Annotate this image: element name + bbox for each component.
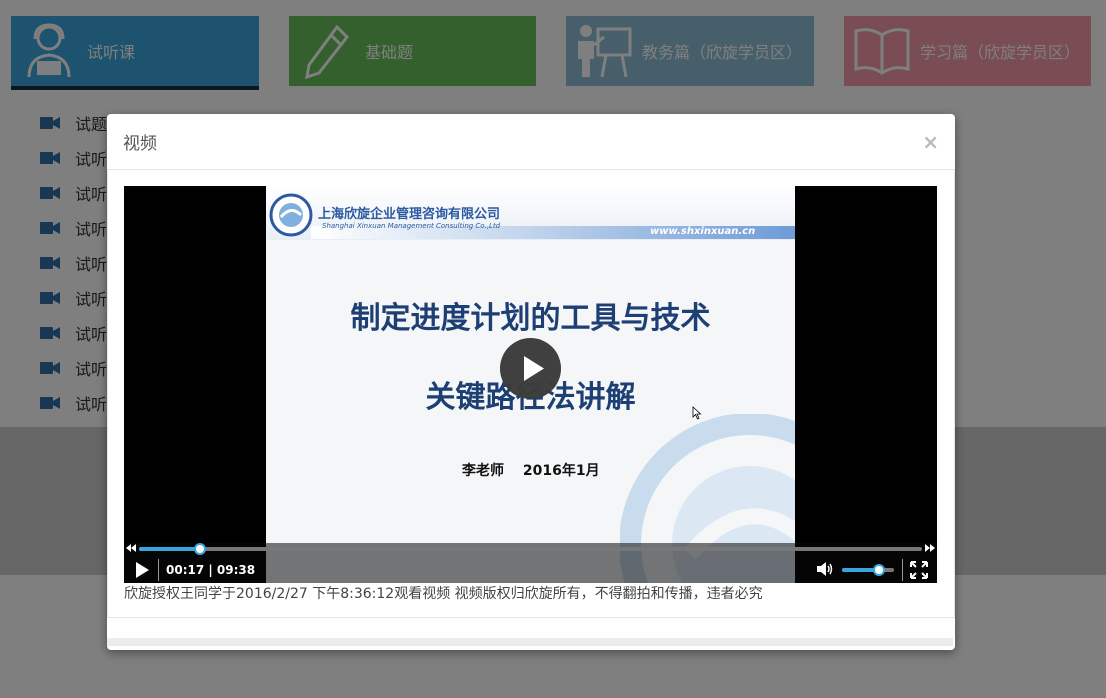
video-player[interactable]: 上海欣旋企业管理咨询有限公司 Shanghai Xinxuan Manageme… [124, 186, 937, 583]
fast-forward-icon[interactable] [925, 544, 935, 552]
seek-bar[interactable] [139, 543, 922, 555]
video-modal: 视频 × 上海欣旋企业管理咨询有限公司 Shanghai Xinxuan Man… [107, 114, 955, 650]
company-name-en: Shanghai Xinxuan Management Consulting C… [322, 222, 501, 230]
seek-handle[interactable] [194, 543, 207, 555]
control-divider [158, 559, 159, 581]
play-icon[interactable] [134, 561, 150, 579]
company-logo-icon [269, 193, 313, 237]
slide-title: 制定进度计划的工具与技术 [350, 301, 711, 336]
volume-icon[interactable] [816, 560, 834, 578]
modal-footer [107, 638, 953, 646]
seek-progress [139, 547, 201, 551]
modal-body: 上海欣旋企业管理咨询有限公司 Shanghai Xinxuan Manageme… [107, 170, 955, 618]
mouse-cursor-icon [692, 406, 702, 420]
player-controls: 00:17 | 09:38 [124, 543, 937, 583]
time-display: 00:17 | 09:38 [166, 563, 256, 577]
rewind-icon[interactable] [126, 544, 136, 552]
slide-author: 李老师 2016年1月 [462, 463, 600, 479]
company-name: 上海欣旋企业管理咨询有限公司 [318, 207, 501, 222]
company-url: www.shxinxuan.cn [650, 226, 756, 237]
fullscreen-icon[interactable] [910, 561, 928, 579]
control-divider [902, 559, 903, 581]
modal-title: 视频 [123, 134, 157, 154]
modal-header: 视频 × [107, 114, 955, 170]
volume-handle[interactable] [873, 564, 886, 576]
play-overlay-icon[interactable] [500, 338, 561, 399]
copyright-caption: 欣旋授权王同学于2016/2/27 下午8:36:12观看视频 视频版权归欣旋所… [124, 586, 763, 602]
volume-slider[interactable] [842, 564, 894, 576]
close-button[interactable]: × [922, 130, 939, 154]
